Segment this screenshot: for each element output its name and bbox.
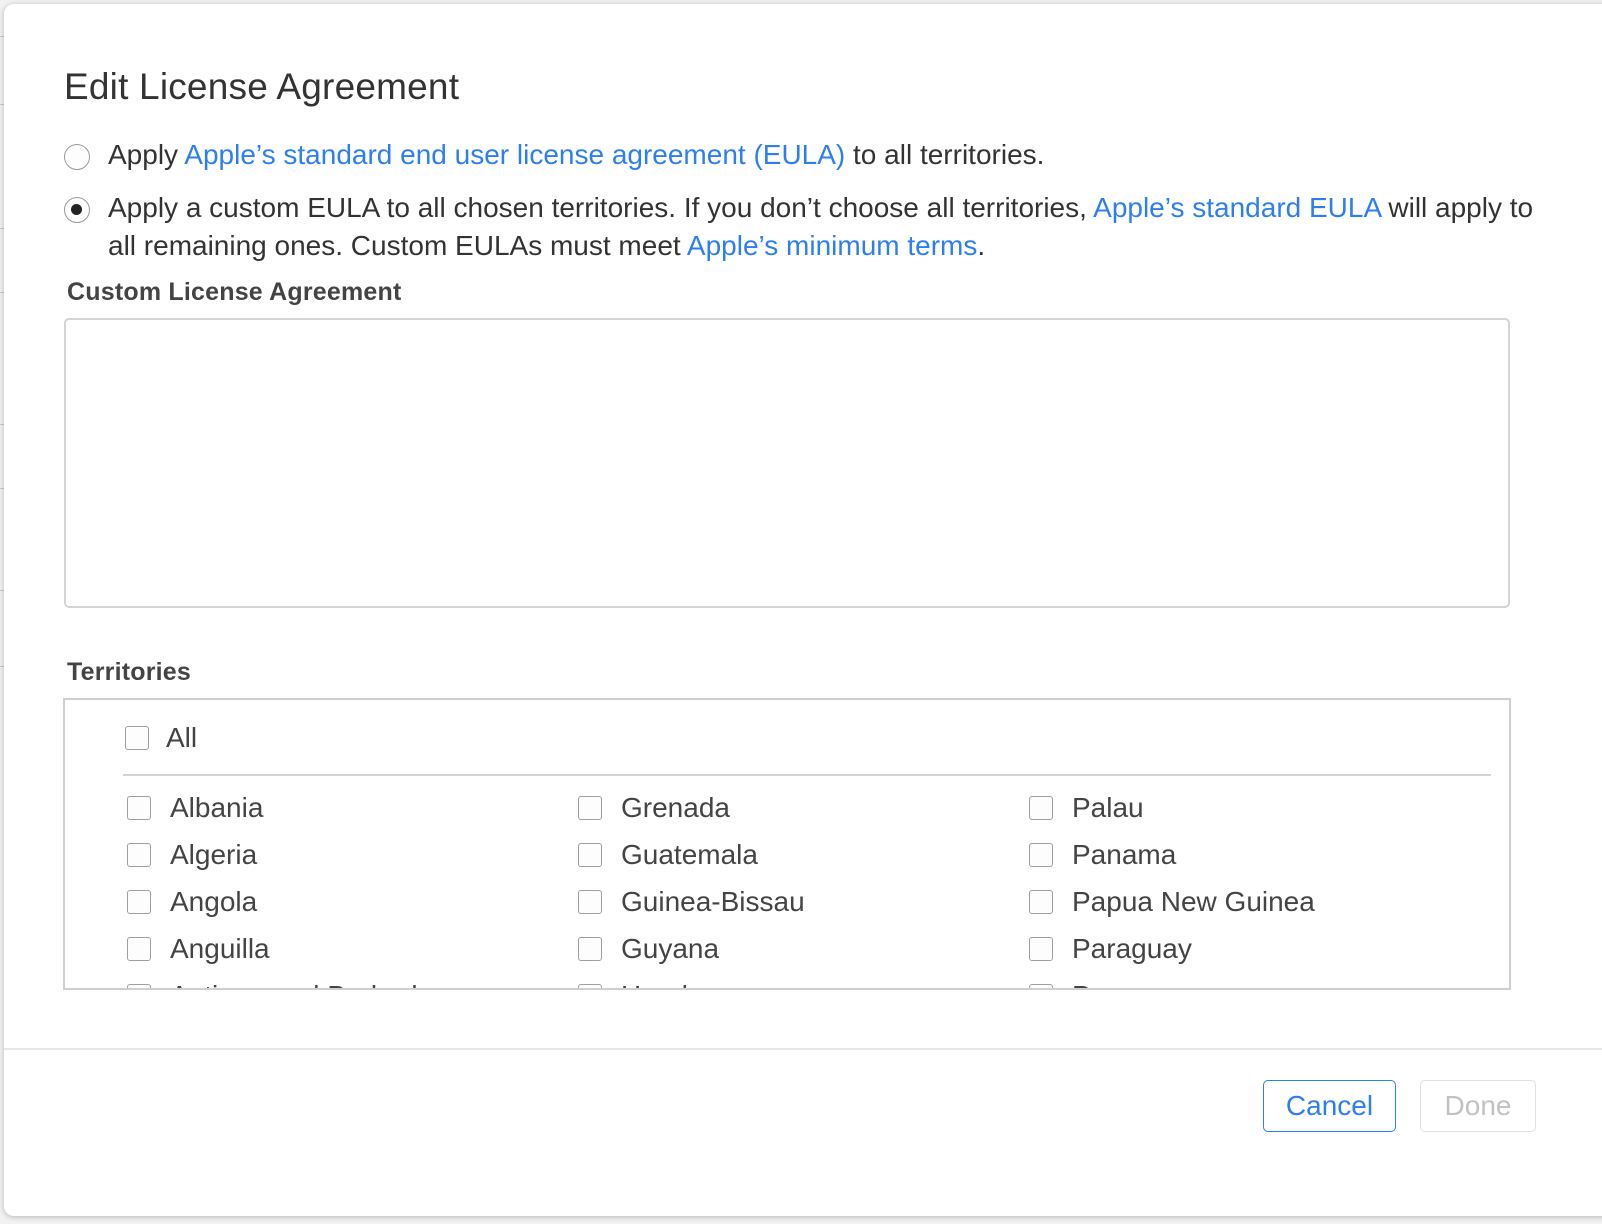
custom-license-textarea[interactable]	[64, 318, 1510, 608]
territory-honduras[interactable]: Honduras	[578, 980, 742, 988]
territory-label: Guyana	[621, 933, 720, 964]
option-text: Apply a custom EULA to all chosen territ…	[108, 192, 1094, 223]
territory-guyana[interactable]: Guyana	[578, 933, 719, 965]
territory-label: Peru	[1072, 980, 1131, 988]
cancel-button[interactable]: Cancel	[1263, 1080, 1396, 1132]
territory-peru[interactable]: Peru	[1029, 980, 1131, 988]
territory-label: Papua New Guinea	[1072, 886, 1315, 917]
territory-paraguay[interactable]: Paraguay	[1029, 933, 1192, 965]
territory-checkbox[interactable]	[578, 796, 602, 820]
territory-guatemala[interactable]: Guatemala	[578, 839, 758, 871]
territory-label: Albania	[170, 792, 264, 823]
territory-guinea-bissau[interactable]: Guinea-Bissau	[578, 886, 805, 918]
territories-list[interactable]: All Albania Algeria Angola Anguilla Anti…	[63, 698, 1511, 990]
territory-checkbox[interactable]	[578, 890, 602, 914]
option-text: to all territories.	[845, 139, 1045, 170]
territory-panama[interactable]: Panama	[1029, 839, 1176, 871]
territory-label: Paraguay	[1072, 933, 1192, 964]
footer-divider	[4, 1048, 1602, 1050]
territory-all[interactable]: All	[125, 722, 197, 754]
territory-label: Panama	[1072, 839, 1177, 870]
territory-papua-new-guinea[interactable]: Papua New Guinea	[1029, 886, 1315, 918]
territory-checkbox[interactable]	[1029, 984, 1053, 988]
territory-checkbox[interactable]	[578, 843, 602, 867]
territory-checkbox[interactable]	[578, 984, 602, 988]
territory-label: Anguilla	[170, 933, 270, 964]
territory-palau[interactable]: Palau	[1029, 792, 1144, 824]
territory-algeria[interactable]: Algeria	[127, 839, 257, 871]
territory-checkbox[interactable]	[1029, 843, 1053, 867]
territory-angola[interactable]: Angola	[127, 886, 257, 918]
territory-checkbox[interactable]	[127, 890, 151, 914]
all-label: All	[166, 722, 198, 753]
custom-eula-radio[interactable]	[64, 197, 90, 223]
territory-label: Honduras	[621, 980, 742, 988]
edit-license-dialog: Edit License Agreement Apply Apple’s sta…	[4, 4, 1602, 1216]
territory-checkbox[interactable]	[127, 843, 151, 867]
territory-label: Guatemala	[621, 839, 758, 870]
territory-checkbox[interactable]	[578, 937, 602, 961]
option-text: Apply	[108, 139, 185, 170]
territory-checkbox[interactable]	[127, 937, 151, 961]
done-button[interactable]: Done	[1420, 1080, 1536, 1132]
territory-label: Palau	[1072, 792, 1144, 823]
apple-standard-eula-link[interactable]: Apple’s standard EULA	[1093, 192, 1380, 223]
territory-grenada[interactable]: Grenada	[578, 792, 730, 824]
territory-checkbox[interactable]	[1029, 937, 1053, 961]
territory-label: Grenada	[621, 792, 730, 823]
all-checkbox[interactable]	[125, 726, 149, 750]
territory-checkbox[interactable]	[127, 984, 151, 988]
standard-eula-text: Apply Apple’s standard end user license …	[108, 136, 1044, 174]
territory-albania[interactable]: Albania	[127, 792, 263, 824]
apple-minimum-terms-link[interactable]: Apple’s minimum terms	[687, 230, 977, 261]
standard-eula-option[interactable]: Apply Apple’s standard end user license …	[64, 136, 1044, 174]
territory-checkbox[interactable]	[127, 796, 151, 820]
standard-eula-link[interactable]: Apple’s standard end user license agreem…	[184, 139, 845, 170]
territory-checkbox[interactable]	[1029, 796, 1053, 820]
territories-label: Territories	[67, 658, 192, 686]
territory-label: Guinea-Bissau	[621, 886, 805, 917]
custom-license-label: Custom License Agreement	[67, 278, 402, 306]
territory-checkbox[interactable]	[1029, 890, 1053, 914]
territory-anguilla[interactable]: Anguilla	[127, 933, 270, 965]
custom-eula-option[interactable]: Apply a custom EULA to all chosen territ…	[64, 189, 1534, 265]
territory-antigua-and-barbuda[interactable]: Antigua and Barbuda	[127, 980, 433, 988]
territory-label: Algeria	[170, 839, 258, 870]
option-text: .	[977, 230, 986, 261]
custom-eula-text: Apply a custom EULA to all chosen territ…	[108, 189, 1534, 265]
territory-label: Angola	[170, 886, 258, 917]
dialog-title: Edit License Agreement	[64, 66, 460, 107]
standard-eula-radio[interactable]	[64, 144, 90, 170]
territories-divider	[123, 774, 1491, 776]
territory-label: Antigua and Barbuda	[170, 980, 433, 988]
